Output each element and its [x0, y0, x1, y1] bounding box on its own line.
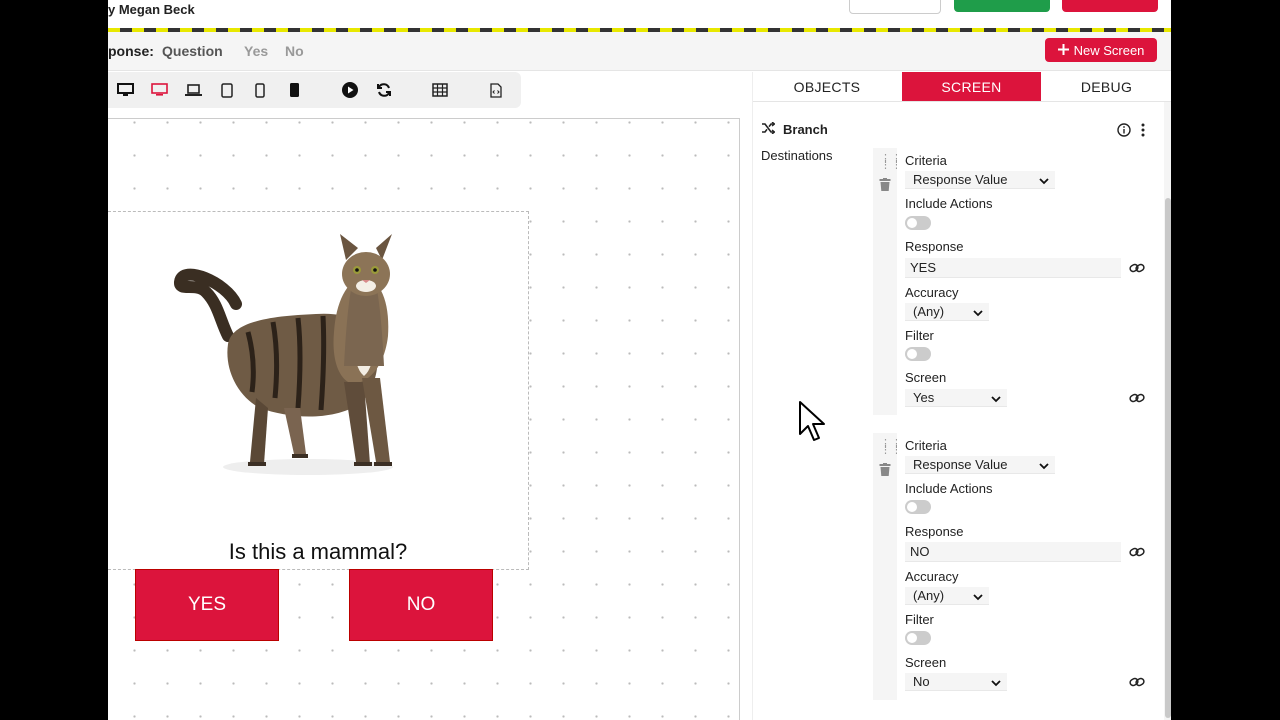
- question-text: Is this a mammal?: [228, 539, 408, 564]
- screen-label: Screen: [905, 655, 947, 670]
- screen-select[interactable]: Yes: [905, 389, 1007, 407]
- response-field-label: Response: [905, 239, 964, 254]
- response-input[interactable]: NO: [905, 542, 1121, 562]
- phone-icon[interactable]: [251, 81, 269, 99]
- desktop-icon[interactable]: [116, 81, 134, 99]
- accuracy-value: (Any): [913, 304, 945, 319]
- branch-title: Branch: [783, 122, 828, 137]
- delete-button[interactable]: [1062, 0, 1158, 12]
- screen-value: No: [913, 674, 930, 689]
- refresh-icon[interactable]: [375, 81, 393, 99]
- accuracy-label: Accuracy: [905, 285, 959, 300]
- code-file-icon[interactable]: [487, 81, 505, 99]
- accuracy-value: (Any): [913, 588, 945, 603]
- monitor-icon[interactable]: [150, 81, 168, 99]
- new-screen-button[interactable]: New Screen: [1045, 38, 1157, 62]
- cat-image: [174, 234, 393, 475]
- answer-button-yes[interactable]: YES: [135, 569, 279, 641]
- more-options-icon[interactable]: [1141, 123, 1145, 142]
- chevron-down-icon: [991, 676, 1001, 691]
- response-bar: ponse: Question Yes No New Screen: [108, 32, 1171, 71]
- criteria-label: Criteria: [905, 153, 947, 168]
- criteria-label: Criteria: [905, 438, 947, 453]
- plus-icon: [1057, 43, 1069, 58]
- toolbar-button[interactable]: [849, 0, 941, 14]
- include-actions-toggle[interactable]: [905, 500, 931, 514]
- filter-toggle[interactable]: [905, 631, 931, 645]
- screen-select[interactable]: No: [905, 673, 1007, 691]
- include-actions-label: Include Actions: [905, 481, 993, 496]
- destinations-label: Destinations: [761, 148, 833, 163]
- chevron-down-icon: [1039, 174, 1049, 189]
- panel-tabs: OBJECTS SCREEN DEBUG: [753, 72, 1171, 102]
- accuracy-select[interactable]: (Any): [905, 303, 989, 321]
- screen-label: Screen: [905, 370, 947, 385]
- chevron-down-icon: [1039, 459, 1049, 474]
- include-actions-label: Include Actions: [905, 196, 993, 211]
- filter-toggle[interactable]: [905, 347, 931, 361]
- criteria-select[interactable]: Response Value: [905, 456, 1055, 474]
- properties-panel: OBJECTS SCREEN DEBUG Branch Destinations…: [752, 72, 1171, 720]
- filter-label: Filter: [905, 328, 934, 343]
- top-bar: y Megan Beck: [108, 0, 1171, 30]
- image-container[interactable]: [108, 211, 529, 535]
- accuracy-select[interactable]: (Any): [905, 587, 989, 605]
- app-window: y Megan Beck ponse: Question Yes No New …: [108, 0, 1171, 720]
- branch-actions: [1117, 123, 1145, 142]
- laptop-icon[interactable]: [184, 81, 202, 99]
- user-name: y Megan Beck: [108, 2, 195, 17]
- link-icon[interactable]: [1129, 391, 1145, 409]
- chevron-down-icon: [973, 590, 983, 605]
- criteria-select[interactable]: Response Value: [905, 171, 1055, 189]
- tab-debug[interactable]: DEBUG: [1041, 72, 1171, 101]
- scrollbar-thumb[interactable]: [1165, 198, 1171, 718]
- criteria-card: ⋮⋮ ⋮⋮ Criteria Response Value Include Act…: [873, 148, 1153, 415]
- link-icon[interactable]: [1129, 261, 1145, 279]
- save-button[interactable]: [954, 0, 1050, 12]
- tab-objects[interactable]: OBJECTS: [753, 72, 901, 101]
- response-option-yes[interactable]: Yes: [244, 43, 268, 59]
- play-icon[interactable]: [341, 81, 359, 99]
- mouse-cursor-icon: [798, 400, 826, 449]
- include-actions-toggle[interactable]: [905, 216, 931, 230]
- trash-icon[interactable]: [879, 178, 891, 196]
- grid-icon[interactable]: [431, 81, 449, 99]
- tab-screen[interactable]: SCREEN: [902, 72, 1041, 101]
- response-label: ponse:: [108, 43, 154, 59]
- response-question[interactable]: Question: [162, 43, 223, 59]
- tablet-icon[interactable]: [218, 81, 236, 99]
- branch-header: Branch: [761, 121, 828, 137]
- chevron-down-icon: [973, 306, 983, 321]
- criteria-fields: Criteria Response Value Include Actions …: [897, 433, 1153, 700]
- criteria-card: ⋮⋮ ⋮⋮ Criteria Response Value Include Act…: [873, 433, 1153, 700]
- design-canvas[interactable]: Is this a mammal? YES NO: [108, 118, 740, 720]
- response-field-label: Response: [905, 524, 964, 539]
- answer-button-no[interactable]: NO: [349, 569, 493, 641]
- link-icon[interactable]: [1129, 675, 1145, 693]
- question-container[interactable]: Is this a mammal?: [108, 533, 529, 570]
- chevron-down-icon: [991, 392, 1001, 407]
- criteria-value: Response Value: [913, 172, 1008, 187]
- response-input[interactable]: YES: [905, 258, 1121, 278]
- criteria-value: Response Value: [913, 457, 1008, 472]
- filter-label: Filter: [905, 612, 934, 627]
- accuracy-label: Accuracy: [905, 569, 959, 584]
- criteria-fields: Criteria Response Value Include Actions …: [897, 148, 1153, 415]
- screen-value: Yes: [913, 390, 935, 405]
- device-toolbar: [108, 72, 521, 108]
- response-option-no[interactable]: No: [285, 43, 304, 59]
- shuffle-icon: [761, 121, 776, 137]
- trash-icon[interactable]: [879, 463, 891, 481]
- link-icon[interactable]: [1129, 545, 1145, 563]
- new-screen-label: New Screen: [1073, 42, 1145, 58]
- info-icon[interactable]: [1117, 123, 1131, 142]
- phone-dark-icon[interactable]: [285, 81, 303, 99]
